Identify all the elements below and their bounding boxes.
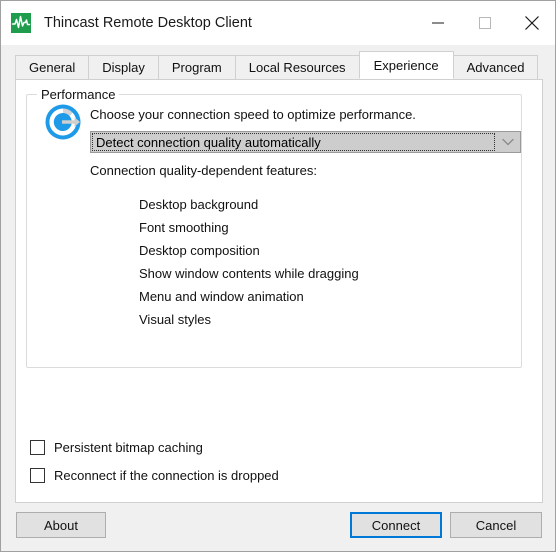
chevron-down-icon[interactable]: [496, 132, 520, 152]
tab-strip: General Display Program Local Resources …: [15, 51, 539, 79]
list-item: Desktop background: [139, 197, 259, 212]
persistent-bitmap-caching-row[interactable]: Persistent bitmap caching: [30, 440, 203, 455]
persistent-bitmap-caching-label: Persistent bitmap caching: [54, 440, 203, 455]
main-window: Thincast Remote Desktop Client General D…: [0, 0, 556, 552]
tab-label: Advanced: [466, 60, 525, 75]
tab-general[interactable]: General: [15, 55, 90, 79]
close-icon[interactable]: [508, 1, 555, 45]
experience-tab-panel: Performance Choose your connection speed…: [15, 79, 543, 503]
tab-label: Program: [171, 60, 222, 75]
tab-experience[interactable]: Experience: [358, 51, 454, 79]
tab-local-resources[interactable]: Local Resources: [234, 55, 360, 79]
tab-label: Experience: [373, 57, 439, 73]
tab-advanced[interactable]: Advanced: [452, 55, 539, 79]
connection-speed-select[interactable]: Detect connection quality automatically: [90, 131, 521, 153]
list-item: Menu and window animation: [139, 289, 304, 304]
tab-label: General: [29, 60, 76, 75]
cancel-button[interactable]: Cancel: [450, 512, 542, 538]
about-button-label: About: [44, 517, 78, 533]
list-item: Font smoothing: [139, 220, 229, 235]
reconnect-if-dropped-label: Reconnect if the connection is dropped: [54, 468, 279, 483]
tab-label: Local Resources: [248, 60, 346, 75]
speedometer-icon: [43, 102, 83, 142]
list-item: Desktop composition: [139, 243, 260, 258]
cancel-button-label: Cancel: [475, 517, 517, 533]
title-bar: Thincast Remote Desktop Client: [1, 1, 555, 45]
minimize-icon[interactable]: [414, 1, 461, 45]
features-list: Desktop background Font smoothing Deskto…: [139, 193, 359, 331]
connection-speed-value-wrap: Detect connection quality automatically: [92, 133, 495, 151]
maximize-icon[interactable]: [461, 1, 508, 45]
connect-button-label: Connect: [371, 517, 421, 533]
tab-program[interactable]: Program: [157, 55, 236, 79]
window-controls: [414, 1, 555, 45]
about-button[interactable]: About: [16, 512, 106, 538]
connection-speed-value: Detect connection quality automatically: [96, 134, 321, 150]
performance-group-label: Performance: [37, 87, 120, 102]
tab-label: Display: [102, 60, 145, 75]
reconnect-if-dropped-row[interactable]: Reconnect if the connection is dropped: [30, 468, 279, 483]
list-item: Visual styles: [139, 312, 212, 327]
connect-button[interactable]: Connect: [350, 512, 442, 538]
window-title: Thincast Remote Desktop Client: [44, 15, 252, 31]
list-item: Show window contents while dragging: [139, 266, 359, 281]
waveform-icon: [11, 13, 31, 33]
connection-speed-prompt: Choose your connection speed to optimize…: [90, 107, 416, 122]
persistent-bitmap-caching-checkbox[interactable]: [30, 440, 45, 455]
reconnect-if-dropped-checkbox[interactable]: [30, 468, 45, 483]
tab-display[interactable]: Display: [88, 55, 159, 79]
features-caption: Connection quality-dependent features:: [90, 163, 317, 178]
